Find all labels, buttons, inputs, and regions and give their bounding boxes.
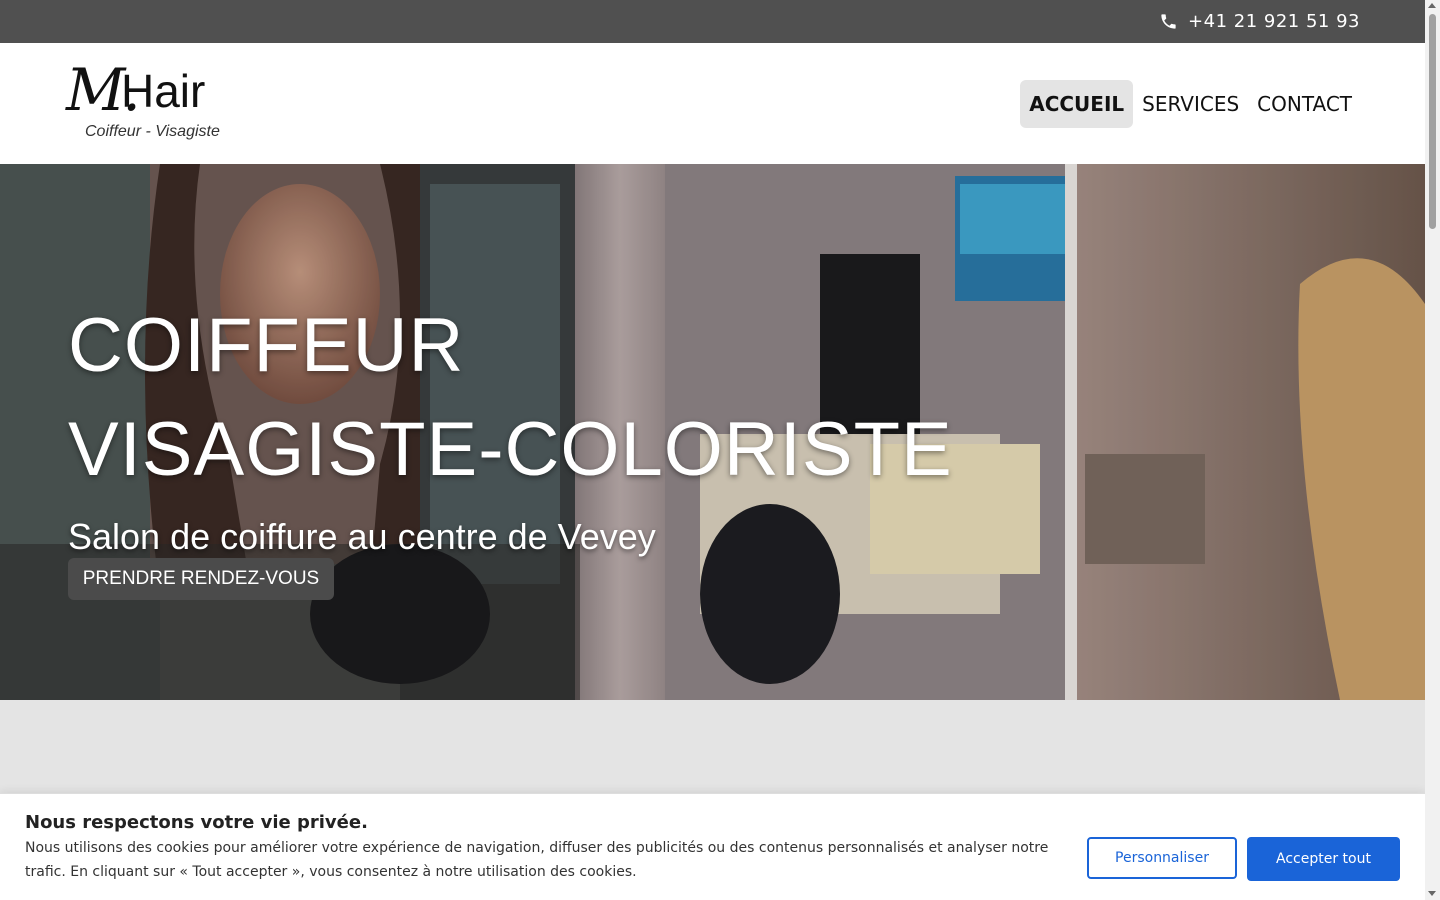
customize-cookies-button[interactable]: Personnaliser (1087, 837, 1237, 879)
scroll-down-arrow-icon[interactable] (1428, 891, 1436, 896)
page: +41 21 921 51 93 M. Hair Coiffeur - Visa… (0, 0, 1425, 900)
phone-number: +41 21 921 51 93 (1188, 11, 1360, 32)
scrollbar-thumb[interactable] (1429, 14, 1436, 229)
accept-all-cookies-button[interactable]: Accepter tout (1247, 837, 1400, 881)
scroll-up-arrow-icon[interactable] (1428, 3, 1436, 8)
phone-icon (1161, 14, 1176, 29)
hero-subtitle: Salon de coiffure au centre de Vevey (68, 516, 656, 557)
book-appointment-button[interactable]: PRENDRE RENDEZ-VOUS (68, 558, 334, 600)
cookie-text: Nous utilisons des cookies pour améliore… (25, 840, 1049, 880)
hero-title-line-2: VISAGISTE-COLORISTE (68, 407, 953, 492)
logo-name: Hair (121, 65, 206, 117)
vertical-scrollbar[interactable] (1425, 0, 1440, 900)
site-header: M. Hair Coiffeur - Visagiste ACCUEIL SER… (0, 43, 1425, 164)
nav-item-contact[interactable]: CONTACT (1248, 80, 1361, 128)
logo[interactable]: M. Hair Coiffeur - Visagiste (66, 61, 246, 145)
logo-tagline: Coiffeur - Visagiste (85, 123, 220, 140)
main-nav: ACCUEIL SERVICES CONTACT (1020, 80, 1361, 128)
top-bar: +41 21 921 51 93 (0, 0, 1425, 43)
hero-banner: COIFFEUR VISAGISTE-COLORISTE Salon de co… (0, 164, 1425, 700)
cookie-banner: Nous respectons votre vie privée. Nous u… (0, 793, 1425, 900)
nav-item-accueil[interactable]: ACCUEIL (1020, 80, 1134, 128)
hero-content: COIFFEUR VISAGISTE-COLORISTE Salon de co… (68, 294, 953, 558)
cookie-title: Nous respectons votre vie privée. (25, 812, 368, 833)
phone-link[interactable]: +41 21 921 51 93 (1159, 0, 1360, 43)
hero-title-line-1: COIFFEUR (68, 303, 465, 388)
nav-item-services[interactable]: SERVICES (1133, 80, 1248, 128)
